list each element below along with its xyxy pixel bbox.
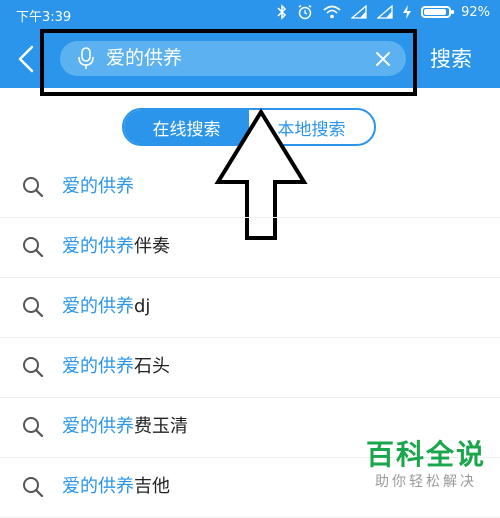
suggestion-rest: 吉他: [134, 476, 170, 497]
status-icons: 92%: [277, 4, 490, 20]
suggestion-rest: dj: [134, 296, 151, 317]
battery-percent: 92%: [461, 4, 490, 20]
suggestion-rest: 伴奏: [134, 236, 170, 257]
watermark-title: 百科全说: [365, 438, 486, 471]
search-icon: [23, 417, 44, 438]
suggestion-highlight: 爱的供养: [62, 416, 134, 437]
suggestion-highlight: 爱的供养: [62, 176, 134, 197]
list-item[interactable]: 爱的供养伴奏: [0, 218, 500, 278]
battery-icon: [421, 6, 455, 18]
suggestion-rest: 费玉清: [134, 416, 188, 437]
bluetooth-icon: [277, 4, 287, 20]
search-icon: [23, 357, 44, 378]
list-item[interactable]: 爱的供养: [0, 158, 500, 218]
charging-icon: [403, 5, 412, 19]
list-item[interactable]: 爱的供养石头: [0, 338, 500, 398]
search-icon: [23, 477, 44, 498]
alarm-icon: [297, 4, 313, 20]
search-icon: [23, 237, 44, 258]
suggestion-highlight: 爱的供养: [62, 236, 134, 257]
search-icon: [23, 177, 44, 198]
highlight-box: [40, 29, 417, 96]
suggestion-highlight: 爱的供养: [62, 476, 134, 497]
search-button[interactable]: 搜索: [430, 45, 472, 73]
suggestion-highlight: 爱的供养: [62, 356, 134, 377]
suggestion-rest: 石头: [134, 356, 170, 377]
signal-icon: [351, 5, 367, 19]
search-icon: [23, 297, 44, 318]
signal-icon: [377, 5, 393, 19]
back-icon[interactable]: [14, 44, 40, 74]
status-bar: 下午3:39 92%: [0, 0, 500, 28]
wifi-icon: [323, 5, 341, 19]
watermark-subtitle: 助你轻松解决: [374, 474, 477, 490]
list-item[interactable]: 爱的供养dj: [0, 278, 500, 338]
watermark: 百科全说 助你轻松解决: [366, 438, 486, 492]
status-time: 下午3:39: [16, 10, 72, 25]
suggestion-highlight: 爱的供养: [62, 296, 134, 317]
